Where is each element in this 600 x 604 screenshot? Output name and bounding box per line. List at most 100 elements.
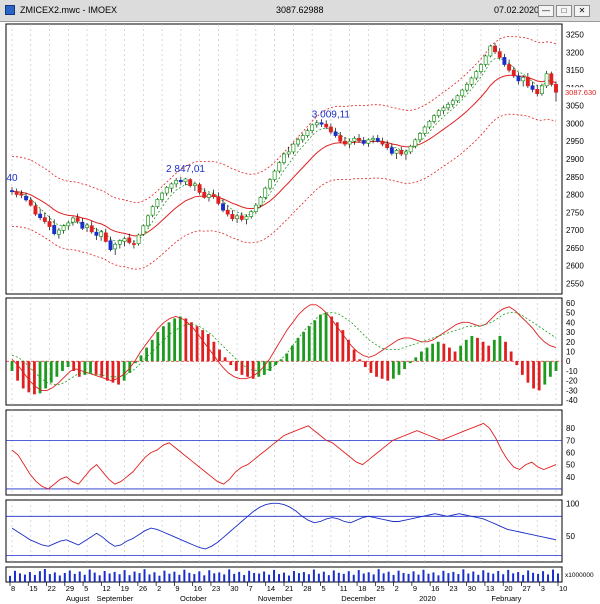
oscillator-bar <box>363 361 367 368</box>
candle <box>131 243 136 245</box>
candle <box>502 57 507 65</box>
oscillator-bar <box>543 361 547 385</box>
volume-bar <box>188 572 191 582</box>
candle <box>535 89 540 94</box>
candle <box>403 151 408 155</box>
volume-bar <box>13 570 16 582</box>
candle <box>507 64 512 71</box>
oscillator-bar <box>296 337 300 362</box>
candle <box>103 232 108 242</box>
oscillator-bar <box>162 326 165 362</box>
x-tick-label: 11 <box>340 584 348 593</box>
candle <box>413 139 418 147</box>
candle <box>455 95 460 102</box>
volume-bar <box>93 572 96 582</box>
volume-bar <box>347 571 350 582</box>
price-annotation: 3 009,11 <box>312 109 351 120</box>
candle <box>244 216 249 220</box>
volume-bar <box>153 572 156 582</box>
volume-bar <box>427 573 430 582</box>
volume-bar <box>352 574 355 582</box>
candle <box>286 151 291 155</box>
candle <box>117 240 122 245</box>
candle <box>385 143 390 148</box>
volume-bar <box>292 570 295 582</box>
candle <box>80 221 85 229</box>
volume-bar <box>248 570 251 582</box>
x-tick-label: 5 <box>322 584 326 593</box>
candle <box>371 138 376 141</box>
candle <box>408 145 413 153</box>
x-tick-label: 9 <box>175 584 179 593</box>
candle <box>296 139 301 145</box>
volume-bar <box>238 571 241 582</box>
x-tick-label: 20 <box>504 584 512 593</box>
oscillator-2-tick-label: 100 <box>566 499 580 508</box>
volume-bar <box>258 573 261 582</box>
candle <box>544 73 549 87</box>
close-icon[interactable]: ✕ <box>574 5 590 17</box>
volume-bar <box>552 569 555 582</box>
oscillator-bar <box>420 351 423 362</box>
candle <box>310 124 315 131</box>
volume-bar <box>322 571 325 582</box>
oscillator-bar <box>509 351 513 362</box>
app-icon <box>5 5 15 15</box>
oscillator-bar <box>246 361 249 377</box>
volume-bar <box>302 572 305 582</box>
oscillator-bar <box>55 361 59 377</box>
oscillator-bar <box>358 359 362 362</box>
candle <box>207 194 211 198</box>
candle <box>357 138 361 141</box>
x-tick-label: 2 <box>395 584 399 593</box>
x-tick-label: 16 <box>431 584 439 593</box>
candle <box>272 170 277 180</box>
candle <box>516 75 521 82</box>
price-tick-label: 2800 <box>566 191 584 200</box>
candle <box>61 225 66 231</box>
candle <box>52 225 57 234</box>
x-tick-label: 27 <box>522 584 530 593</box>
maximize-icon[interactable]: □ <box>556 5 572 17</box>
oscillator-1-tick-label: 50 <box>566 461 575 470</box>
candle <box>375 138 380 142</box>
candle <box>361 140 366 144</box>
oscillator-bar <box>122 361 126 381</box>
candle <box>530 85 535 90</box>
candle <box>488 45 493 57</box>
x-tick-label: 21 <box>285 584 293 593</box>
x-tick-label: 28 <box>303 584 311 593</box>
volume-bar <box>148 574 151 582</box>
volume-bar <box>317 573 320 582</box>
candle <box>122 238 127 242</box>
candle <box>474 71 479 79</box>
volume-bar <box>327 575 330 582</box>
volume-bar <box>133 571 136 582</box>
minimize-icon[interactable]: — <box>538 5 554 17</box>
x-tick-label: 30 <box>468 584 476 593</box>
candle <box>164 187 169 194</box>
volume-bar <box>447 573 450 582</box>
oscillator-bar <box>262 361 266 375</box>
candle <box>221 203 225 211</box>
volume-bar <box>23 574 26 582</box>
candle <box>75 217 80 222</box>
x-tick-label: 16 <box>194 584 202 593</box>
candle <box>399 150 404 155</box>
volume-bar <box>233 573 236 582</box>
candle <box>511 69 516 77</box>
volume-bar <box>377 569 380 582</box>
candle <box>127 237 132 243</box>
volume-bar <box>213 573 216 582</box>
x-tick-label: 15 <box>29 584 37 593</box>
candle <box>141 225 146 235</box>
volume-bar <box>502 574 505 582</box>
volume-bar <box>457 574 460 582</box>
x-tick-label: 18 <box>358 584 366 593</box>
volume-bar <box>422 569 425 582</box>
x-axis: 8 15 22 29 5 12 19 26 2 9 16 23 30 7 14 21 28 5 11 18 25 2 9 16… <box>9 582 567 603</box>
candle <box>300 135 305 141</box>
candle <box>178 179 183 183</box>
candle <box>446 103 451 109</box>
volume-bar <box>497 570 500 582</box>
